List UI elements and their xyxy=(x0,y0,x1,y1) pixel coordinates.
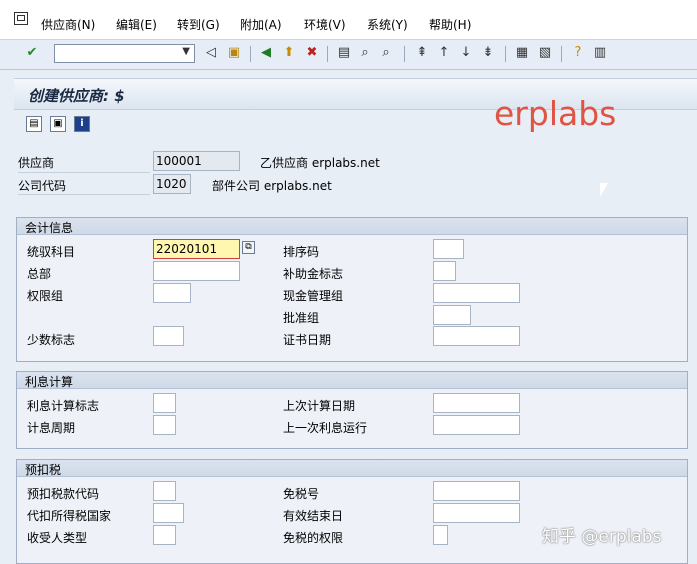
exemption-authority-field[interactable] xyxy=(433,525,448,545)
recipient-type-label: 收受人类型 xyxy=(27,531,88,545)
exemption-number-field[interactable] xyxy=(433,481,520,501)
cash-management-group-label: 现金管理组 xyxy=(283,289,344,303)
interest-cycle-field[interactable] xyxy=(153,415,176,435)
toolbar-separator xyxy=(561,46,562,62)
last-calculation-date-label: 上次计算日期 xyxy=(283,399,356,413)
info-icon[interactable]: i xyxy=(74,116,90,132)
layout-menu-icon[interactable]: ▥ xyxy=(592,45,608,61)
vendor-label: 供应商 xyxy=(18,156,55,170)
interest-indicator-label: 利息计算标志 xyxy=(27,399,100,413)
valid-until-field[interactable] xyxy=(433,503,520,523)
last-page-icon[interactable]: ⇟ xyxy=(480,45,496,61)
minority-indicator-field[interactable] xyxy=(153,326,184,346)
value-help-icon[interactable]: ⧉ xyxy=(242,241,255,254)
exemption-number-label: 免税号 xyxy=(283,487,320,501)
dropdown-arrow-icon[interactable]: ▼ xyxy=(182,46,190,57)
head-office-field[interactable] xyxy=(153,261,240,281)
mouse-cursor-icon xyxy=(600,183,608,197)
minority-indicator-label: 少数标志 xyxy=(27,333,76,347)
vendor-description: 乙供应商 erplabs.net xyxy=(260,156,380,170)
authorization-group-field[interactable] xyxy=(153,283,191,303)
toolbar-separator xyxy=(505,46,506,62)
company-code-label: 公司代码 xyxy=(18,179,67,193)
command-field[interactable]: ▼ xyxy=(54,44,195,63)
find-icon[interactable]: ⌕ xyxy=(357,45,373,61)
erplabs-watermark: erplabs xyxy=(494,94,617,133)
previous-page-icon[interactable]: ↑ xyxy=(436,45,452,61)
enter-checkmark-icon[interactable]: ✔ xyxy=(24,45,40,61)
new-session-icon[interactable]: ▦ xyxy=(514,45,530,61)
menu-environment[interactable]: 环境(V) xyxy=(304,16,346,33)
next-page-icon[interactable]: ↓ xyxy=(458,45,474,61)
find-next-icon[interactable]: ⌕ xyxy=(378,45,394,61)
recon-account-field[interactable]: 22020101 xyxy=(153,239,240,259)
withholding-tax-country-label: 代扣所得税国家 xyxy=(27,509,112,523)
release-group-field[interactable] xyxy=(433,305,471,325)
app-menu-icon[interactable] xyxy=(14,12,28,25)
shortcut-icon[interactable]: ▧ xyxy=(537,45,553,61)
company-code-field[interactable]: 1020 xyxy=(153,174,191,194)
menu-help[interactable]: 帮助(H) xyxy=(429,16,471,33)
toolbar-separator xyxy=(250,46,251,62)
help-icon[interactable]: ? xyxy=(570,45,586,61)
head-office-label: 总部 xyxy=(27,267,52,281)
withholding-tax-country-field[interactable] xyxy=(153,503,184,523)
other-vendor-icon[interactable]: ▤ xyxy=(26,116,42,132)
print-icon[interactable]: ▤ xyxy=(336,45,352,61)
exit-icon[interactable]: ⬆ xyxy=(281,45,297,61)
collapse-left-icon[interactable]: ◁ xyxy=(203,45,219,61)
interest-indicator-field[interactable] xyxy=(153,393,176,413)
cash-management-group-field[interactable] xyxy=(433,283,520,303)
page-title: 创建供应商: $ xyxy=(28,87,125,105)
withholding-tax-code-field[interactable] xyxy=(153,481,176,501)
menu-edit[interactable]: 编辑(E) xyxy=(116,16,157,33)
recipient-type-field[interactable] xyxy=(153,525,176,545)
group-title: 会计信息 xyxy=(25,221,74,235)
cancel-icon[interactable]: ✖ xyxy=(304,45,320,61)
sort-key-label: 排序码 xyxy=(283,245,320,259)
certification-date-label: 证书日期 xyxy=(283,333,332,347)
menu-goto[interactable]: 转到(G) xyxy=(177,16,220,33)
subsidy-indicator-label: 补助金标志 xyxy=(283,267,344,281)
recon-account-label: 统驭科目 xyxy=(27,245,76,259)
zhihu-watermark: 知乎 @erplabs xyxy=(542,527,662,547)
company-code-description: 部件公司 erplabs.net xyxy=(212,179,332,193)
last-interest-run-field[interactable] xyxy=(433,415,520,435)
menu-vendor[interactable]: 供应商(N) xyxy=(41,16,95,33)
first-page-icon[interactable]: ⇞ xyxy=(414,45,430,61)
accounting-info-group: 会计信息 xyxy=(16,217,688,362)
menu-bar: 供应商(N) 编辑(E) 转到(G) 附加(A) 环境(V) 系统(Y) 帮助(… xyxy=(0,0,697,40)
last-interest-run-label: 上一次利息运行 xyxy=(283,421,368,435)
certification-date-field[interactable] xyxy=(433,326,520,346)
release-group-label: 批准组 xyxy=(283,311,320,325)
toolbar-separator xyxy=(404,46,405,62)
group-title: 预扣税 xyxy=(25,463,62,477)
authorization-group-label: 权限组 xyxy=(27,289,64,303)
interest-cycle-label: 计息周期 xyxy=(27,421,76,435)
withholding-tax-group: 预扣税 xyxy=(16,459,688,564)
menu-extras[interactable]: 附加(A) xyxy=(240,16,282,33)
sort-key-field[interactable] xyxy=(433,239,464,259)
menu-system[interactable]: 系统(Y) xyxy=(367,16,408,33)
group-title: 利息计算 xyxy=(25,375,74,389)
back-icon[interactable]: ◀ xyxy=(258,45,274,61)
vendor-field[interactable]: 100001 xyxy=(153,151,240,171)
withholding-tax-code-label: 预扣税款代码 xyxy=(27,487,100,501)
valid-until-label: 有效结束日 xyxy=(283,509,344,523)
last-calculation-date-field[interactable] xyxy=(433,393,520,413)
save-icon[interactable]: ▣ xyxy=(226,45,242,61)
exemption-authority-label: 免税的权限 xyxy=(283,531,344,545)
display-document-icon[interactable]: ▣ xyxy=(50,116,66,132)
standard-toolbar: ✔ ▼ ◁ ▣ ◀ ⬆ ✖ ▤ ⌕ ⌕ ⇞ ↑ ↓ ⇟ ▦ ▧ ? ▥ xyxy=(0,40,697,70)
toolbar-separator xyxy=(327,46,328,62)
subsidy-indicator-field[interactable] xyxy=(433,261,456,281)
